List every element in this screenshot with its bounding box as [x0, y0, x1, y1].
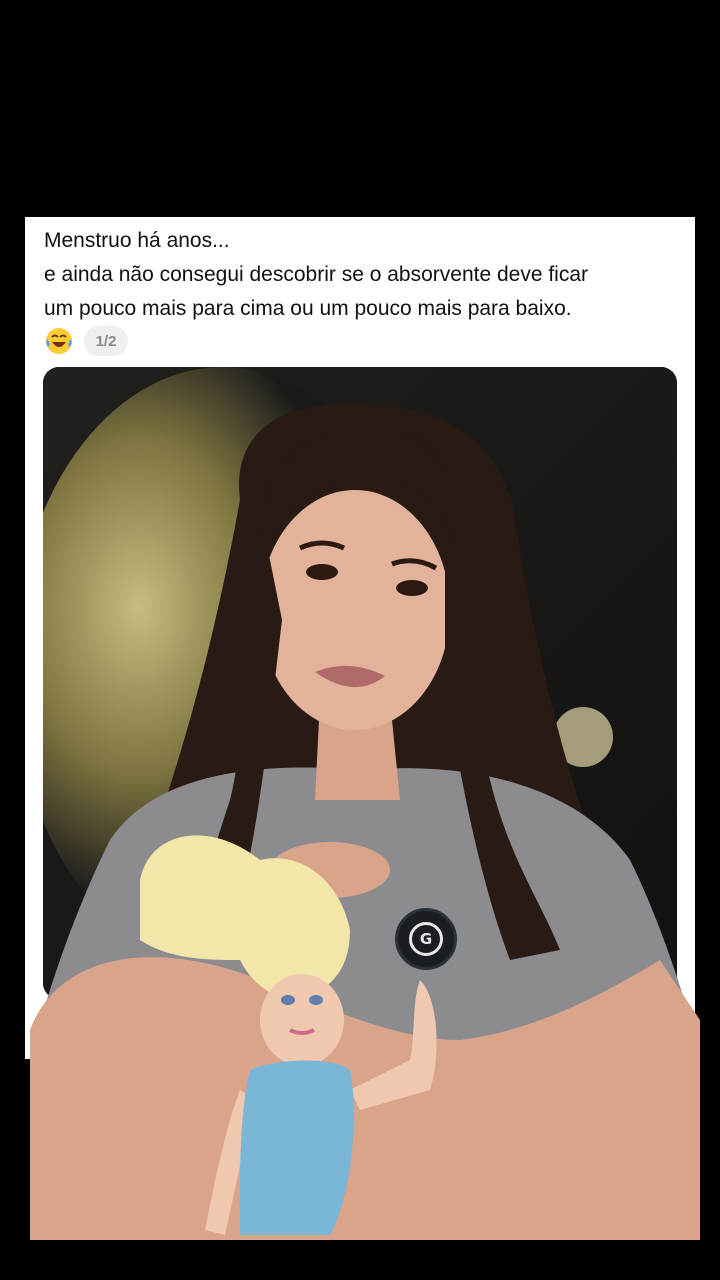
carousel-page-indicator[interactable]: 1/2	[84, 326, 128, 356]
post-card: Menstruo há anos... e ainda não consegui…	[25, 217, 695, 1059]
post-image[interactable]	[43, 367, 677, 999]
post-line-1: Menstruo há anos...	[44, 229, 230, 252]
laughing-emoji-icon	[44, 326, 74, 356]
post-line-2: e ainda não consegui descobrir se o abso…	[44, 263, 589, 286]
wireless-microphone-icon: G	[395, 908, 457, 970]
post-text: Menstruo há anos... e ainda não consegui…	[44, 224, 684, 326]
red-dot-indicator	[43, 1025, 55, 1037]
top-letterbox	[0, 0, 720, 217]
bottom-letterbox	[0, 1059, 720, 1280]
post-meta: 1/2	[44, 325, 128, 357]
post-line-3: um pouco mais para cima ou um pouco mais…	[44, 297, 572, 320]
microphone-logo-icon: G	[409, 922, 443, 956]
